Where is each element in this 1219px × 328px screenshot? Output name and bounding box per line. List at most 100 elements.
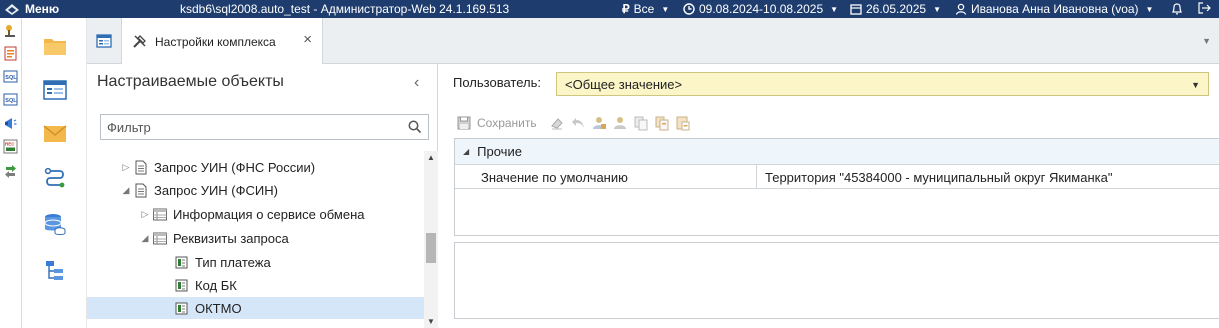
filter-input[interactable] [107,119,397,135]
objects-tree: ▷ Запрос УИН (ФНС России) ◢ Запрос УИН (… [87,147,424,328]
collapse-icon[interactable]: ◢ [463,147,469,156]
tab-home[interactable] [87,18,121,64]
menu-label: Меню [25,2,60,16]
tree-item-partial [157,321,177,328]
tabs-dropdown-icon[interactable]: ▼ [1202,36,1211,46]
field-icon [175,279,188,291]
tree-item-payment-type[interactable]: Тип платежа [174,251,271,273]
collapse-icon[interactable]: ◢ [119,185,133,196]
table-row[interactable]: Значение по умолчанию Территория "453840… [455,165,1219,189]
document-icon [135,160,147,174]
route-icon[interactable] [42,166,68,192]
expand-icon[interactable]: ▷ [119,162,133,173]
main-nav [22,18,87,328]
tree-item-exchange-info[interactable]: ▷ Информация о сервисе обмена [138,203,365,225]
user-settings-icon[interactable] [591,115,607,131]
svg-text:SQL: SQL [5,75,17,81]
user-menu[interactable]: Иванова Анна Ивановна (voa) ▼ [955,2,1153,16]
save-button[interactable]: Сохранить [457,116,537,130]
ruble-icon: ₽ [622,2,630,16]
scroll-up-icon[interactable]: ▲ [427,153,435,162]
tools-icon[interactable] [3,23,18,38]
chevron-down-icon: ▼ [830,4,839,14]
tree-item-label: ОКТМО [195,300,242,316]
menu-button[interactable]: Меню [4,1,59,17]
app-logo-icon [5,4,19,15]
date-label: 26.05.2025 [866,2,927,16]
form-window-icon[interactable] [42,77,68,103]
group-row[interactable]: ◢ Прочие [455,139,1219,165]
tree-item-fsin[interactable]: ◢ Запрос УИН (ФСИН) [119,179,278,201]
group-label: Прочие [477,144,522,159]
window-icon [96,34,112,48]
table-icon [153,232,167,244]
collapse-icon[interactable]: ◢ [138,233,152,244]
search-icon[interactable] [408,120,422,134]
tree-item-partial [119,147,199,148]
notifications-button[interactable] [1171,2,1183,15]
megaphone-icon[interactable] [3,116,18,131]
currency-selector[interactable]: ₽ Все ▼ [622,2,669,16]
tree-item-label: Реквизиты запроса [173,230,289,246]
report-icon[interactable] [3,46,18,61]
sql-icon[interactable]: SQL [3,69,18,84]
save-label: Сохранить [477,116,537,130]
copy-settings-icon[interactable] [654,115,670,131]
tools-icon [133,35,146,48]
scroll-thumb[interactable] [426,233,436,263]
tree-item-label: Информация о сервисе обмена [173,206,365,222]
bell-icon [1172,3,1182,15]
chevron-down-icon: ▼ [1145,4,1154,14]
paste-settings-icon[interactable] [675,115,691,131]
table-icon [153,208,167,220]
tree-item-bk-code[interactable]: Код БК [174,274,237,296]
folder-icon[interactable] [42,33,68,59]
filter-box [100,114,429,140]
sync-icon[interactable] [3,164,18,179]
copy-icon[interactable] [633,115,649,131]
rec-icon[interactable]: REC [3,139,18,154]
setting-name-cell: Значение по умолчанию [455,165,757,189]
exit-button[interactable] [1198,2,1211,14]
database-icon[interactable] [42,211,68,237]
tree-item-fns[interactable]: ▷ Запрос УИН (ФНС России) [119,156,316,178]
undo-icon[interactable] [570,115,586,131]
tree-item-label: Код БК [195,277,237,293]
field-icon [175,302,188,314]
hierarchy-icon[interactable] [42,258,68,284]
setting-value-cell[interactable]: Территория "45384000 - муниципальный окр… [757,165,1219,189]
mail-icon[interactable] [42,121,68,147]
close-icon[interactable]: × [303,32,312,47]
chevron-down-icon: ▼ [933,4,941,14]
tree-item-label: Тип платежа [195,254,271,270]
calendar-icon [850,4,862,15]
tab-settings[interactable]: Настройки комплекса × [121,18,323,65]
settings-toolbar: Сохранить [457,114,696,132]
scroll-down-icon[interactable]: ▼ [427,317,435,326]
tab-bar: Настройки комплекса × ▼ [87,18,1219,65]
tree-item-oktmo[interactable]: ОКТМО [87,297,424,319]
exit-icon [1198,2,1211,14]
eraser-icon[interactable] [549,115,565,131]
floppy-disk-icon [457,116,471,130]
currency-label: Все [633,2,655,16]
clock-icon [683,3,695,15]
tree-item-label: Запрос УИН (ФСИН) [154,182,278,198]
user-select[interactable]: <Общее значение> ▼ [556,72,1209,96]
date-selector[interactable]: 26.05.2025 ▼ [850,2,941,16]
user-select-value: <Общее значение> [565,77,683,92]
collapse-panel-icon[interactable]: ‹ [414,74,419,92]
tree-scrollbar[interactable]: ▲ ▼ [424,151,438,328]
objects-tree-panel: Настраиваемые объекты ‹ ▷ Запрос УИН (ФН… [87,64,438,328]
period-selector[interactable]: 09.08.2024-10.08.2025 ▼ [683,2,838,16]
expand-icon[interactable]: ▷ [138,209,152,220]
period-label: 09.08.2024-10.08.2025 [699,2,824,16]
settings-grid: ◢ Прочие Значение по умолчанию Территори… [454,138,1219,236]
settings-panel: Пользователь: <Общее значение> ▼ Сохрани… [439,64,1219,328]
tree-item-request-details[interactable]: ◢ Реквизиты запроса [138,227,289,249]
user-label: Иванова Анна Ивановна (voa) [971,2,1139,16]
tab-settings-label: Настройки комплекса [155,34,276,49]
sql-query-icon[interactable]: SQL [3,92,18,107]
user-icon[interactable] [612,115,628,131]
chevron-down-icon: ▼ [661,4,670,14]
